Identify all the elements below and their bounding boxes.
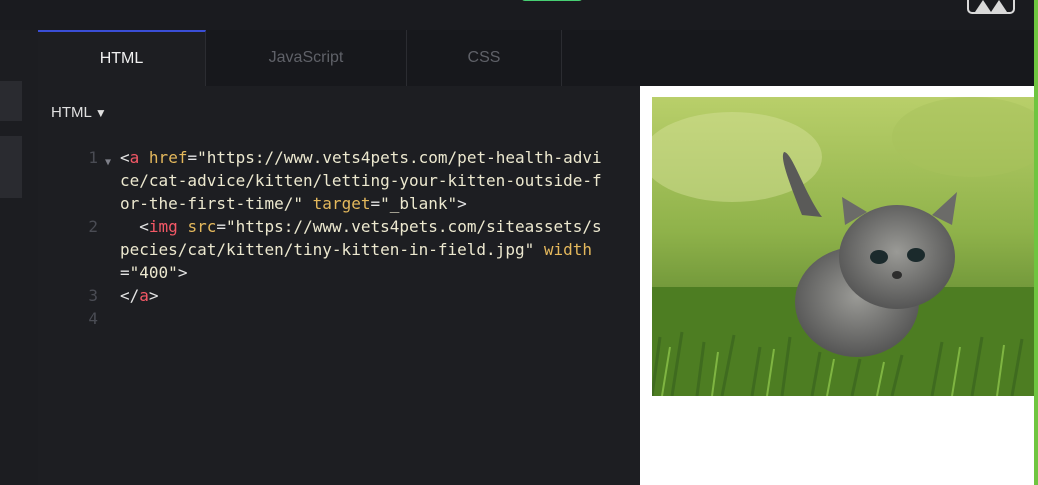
tab-javascript[interactable]: JavaScript [206, 30, 407, 86]
code-token: a [129, 148, 140, 167]
code-token: "_blank" [380, 194, 458, 213]
code-token: a [139, 286, 149, 305]
left-sidebar [0, 30, 39, 485]
code-token: "400" [129, 263, 178, 282]
code-token: img [148, 217, 178, 236]
code-token: = [370, 194, 381, 213]
tab-css[interactable]: CSS [407, 30, 562, 86]
sidebar-block [0, 136, 22, 198]
preview-pane [640, 86, 1034, 485]
tab-html[interactable]: HTML [38, 30, 206, 86]
window-edge [1034, 0, 1038, 485]
code-token: = [216, 217, 226, 236]
code-token: < [120, 217, 149, 236]
code-line: ="400"> [120, 261, 187, 284]
code-token: "https://www.vets4pets.com/siteassets/s [226, 217, 602, 236]
code-line: </a> [120, 284, 159, 307]
editor-tabs: HTML JavaScript CSS [38, 30, 1034, 86]
code-line: ce/cat-advice/kitten/letting-your-kitten… [120, 169, 602, 192]
code-line: or-the-first-time/" target="_blank"> [120, 192, 467, 215]
code-token: > [457, 194, 467, 213]
code-line: <img src="https://www.vets4pets.com/site… [120, 215, 602, 238]
code-token: "https://www.vets4pets.com/pet-health-ad… [197, 148, 602, 167]
fold-toggle-icon[interactable]: ▼ [105, 151, 111, 174]
line-number: 3 [88, 286, 98, 305]
code-token: ce/cat-advice/kitten/letting-your-kitten… [120, 171, 602, 190]
code-line: <a href="https://www.vets4pets.com/pet-h… [120, 146, 602, 169]
line-number: 2 [88, 217, 98, 236]
code-token: = [120, 263, 130, 282]
language-label: HTML [51, 104, 92, 121]
code-token: pecies/cat/kitten/tiny-kitten-in-field.j… [120, 240, 535, 259]
code-token: </ [120, 286, 140, 305]
code-token: > [148, 286, 159, 305]
code-token: src [187, 217, 217, 236]
code-token: or-the-first-time/" [120, 194, 304, 213]
kitten-photo[interactable] [652, 97, 1034, 396]
code-token: href [148, 148, 188, 167]
code-editor[interactable]: HTML ▼ 1 ▼ <a href="https://www.vets4pets.c… [38, 86, 640, 485]
codepen-logo-icon[interactable] [967, 0, 1015, 14]
line-number: 1 [88, 148, 98, 167]
language-selector[interactable]: HTML ▼ [51, 104, 107, 121]
caret-down-icon: ▼ [94, 106, 107, 120]
code-token: width [543, 240, 593, 259]
run-button[interactable] [521, 0, 583, 1]
code-line: pecies/cat/kitten/tiny-kitten-in-field.j… [120, 238, 592, 261]
code-token: > [177, 263, 188, 282]
sidebar-block [0, 81, 22, 121]
code-token: < [120, 148, 130, 167]
code-token: = [187, 148, 198, 167]
top-bar [0, 0, 1038, 30]
code-token: target [312, 194, 371, 213]
line-number: 4 [88, 309, 98, 328]
